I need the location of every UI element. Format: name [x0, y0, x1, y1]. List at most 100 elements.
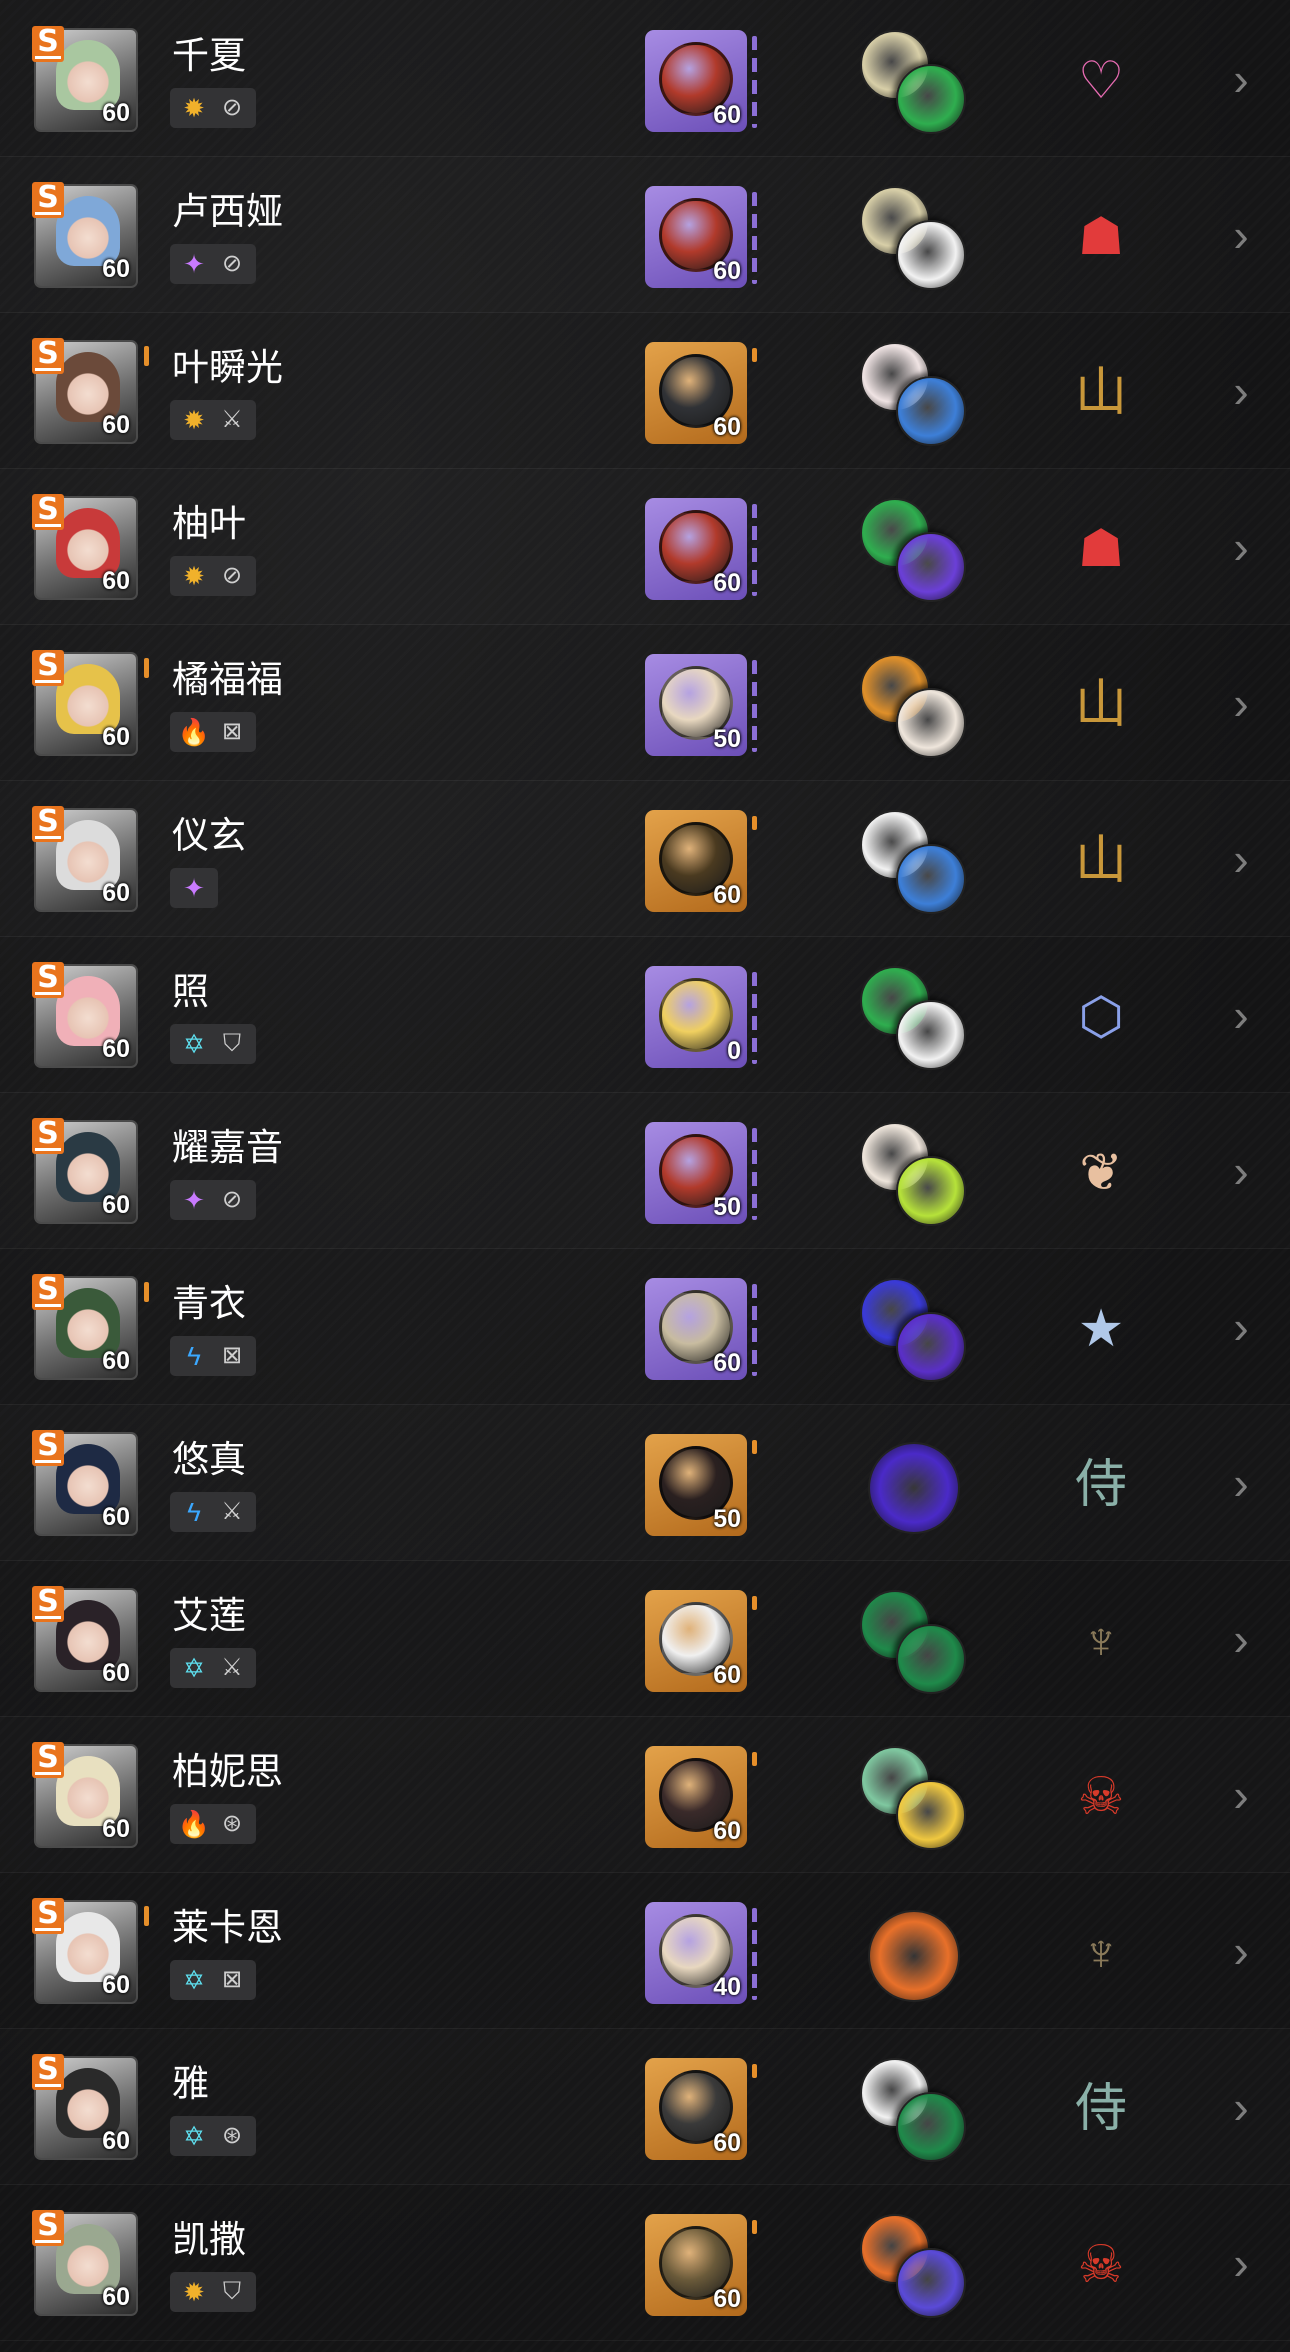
- drive-disc-set[interactable]: [858, 964, 970, 1072]
- w-engine[interactable]: 60: [645, 186, 747, 288]
- agent-level: 60: [102, 1815, 130, 1843]
- drive-disc-set[interactable]: [858, 808, 970, 916]
- agent-tags: ✡ ⛉: [170, 1024, 256, 1064]
- agent-name: 卢西娅: [172, 191, 283, 232]
- agent-row[interactable]: 60 S 柏妮思 🔥 ⊛ 60 ☠ ›: [0, 1716, 1290, 1873]
- agent-row[interactable]: 60 S 艾莲 ✡ ⚔ 60 ♆ ›: [0, 1560, 1290, 1717]
- w-engine[interactable]: 60: [645, 1746, 747, 1848]
- w-engine[interactable]: 60: [645, 1278, 747, 1380]
- chevron-right-icon[interactable]: ›: [1226, 1926, 1256, 1976]
- w-engine[interactable]: 60: [645, 30, 747, 132]
- drive-disc-set[interactable]: [858, 2212, 970, 2320]
- agent-row[interactable]: 60 S 照 ✡ ⛉ 0 ⬡ ›: [0, 936, 1290, 1093]
- agent-row[interactable]: 60 S 悠真 ϟ ⚔ 50 侍 ›: [0, 1404, 1290, 1561]
- agent-tags: 🔥 ⊛: [170, 1804, 256, 1844]
- agent-row[interactable]: 60 S 雅 ✡ ⊛ 60 侍 ›: [0, 2028, 1290, 2185]
- w-engine[interactable]: 60: [645, 810, 747, 912]
- drive-disc-set[interactable]: [858, 1120, 970, 1228]
- drive-disc-set[interactable]: [858, 1900, 970, 2008]
- rank-s-badge: S: [32, 2210, 64, 2246]
- w-engine-level: 40: [713, 1973, 741, 2001]
- w-engine[interactable]: 50: [645, 654, 747, 756]
- drive-disc-set[interactable]: [858, 2056, 970, 2164]
- drive-disc-set[interactable]: [858, 496, 970, 604]
- chevron-right-icon[interactable]: ›: [1226, 1146, 1256, 1196]
- chevron-right-icon[interactable]: ›: [1226, 1614, 1256, 1664]
- drive-disc-set[interactable]: [858, 1276, 970, 1384]
- agent-tags: ✡ ⚔: [170, 1648, 256, 1688]
- chevron-right-icon[interactable]: ›: [1226, 1458, 1256, 1508]
- w-engine[interactable]: 60: [645, 498, 747, 600]
- chevron-right-icon[interactable]: ›: [1226, 522, 1256, 572]
- chevron-right-icon[interactable]: ›: [1226, 1770, 1256, 1820]
- drive-disc-set[interactable]: [858, 652, 970, 760]
- w-engine-level: 60: [713, 1661, 741, 1689]
- chevron-right-icon[interactable]: ›: [1226, 54, 1256, 104]
- w-engine[interactable]: 50: [645, 1122, 747, 1224]
- agent-row[interactable]: 60 S 青衣 ϟ ⊠ 60 ★ ›: [0, 1248, 1290, 1405]
- drive-disc-set[interactable]: [858, 340, 970, 448]
- rank-s-badge: S: [32, 1742, 64, 1778]
- agent-row[interactable]: 60 S 柚叶 ✹ ⊘ 60 ☗ ›: [0, 468, 1290, 625]
- w-engine[interactable]: 60: [645, 342, 747, 444]
- w-engine-refine-marker: [752, 348, 757, 362]
- agent-tags: ✹ ⚔: [170, 400, 256, 440]
- hsos6-icon: 侍: [1074, 2080, 1127, 2138]
- w-engine[interactable]: 0: [645, 966, 747, 1068]
- chevron-right-icon[interactable]: ›: [1226, 990, 1256, 1040]
- victoria-housekeeping-icon: ♆: [1081, 1924, 1121, 1982]
- w-engine[interactable]: 50: [645, 1434, 747, 1536]
- w-engine[interactable]: 60: [645, 2214, 747, 2316]
- agent-row[interactable]: 60 S 莱卡恩 ✡ ⊠ 40 ♆ ›: [0, 1872, 1290, 2029]
- w-engine[interactable]: 60: [645, 1590, 747, 1692]
- chevron-right-icon[interactable]: ›: [1226, 210, 1256, 260]
- agent-tags: ϟ ⊠: [170, 1336, 256, 1376]
- agent-row[interactable]: 60 S 凯撒 ✹ ⛉ 60 ☠ ›: [0, 2184, 1290, 2341]
- w-engine-level: 60: [713, 569, 741, 597]
- support-icon: ⊘: [221, 94, 243, 121]
- agent-tags: ϟ ⚔: [170, 1492, 256, 1532]
- agent-level: 60: [102, 2283, 130, 2311]
- w-engine-emblem-icon: [659, 978, 733, 1052]
- w-engine[interactable]: 60: [645, 2058, 747, 2160]
- agent-level: 60: [102, 879, 130, 907]
- chevron-right-icon[interactable]: ›: [1226, 2082, 1256, 2132]
- chevron-right-icon[interactable]: ›: [1226, 2238, 1256, 2288]
- agent-name: 柚叶: [172, 503, 246, 544]
- drive-disc-set[interactable]: [858, 1744, 970, 1852]
- agent-row[interactable]: 60 S 千夏 ✹ ⊘ 60 ♡ ›: [0, 0, 1290, 157]
- mockingbird-icon: ❦: [1079, 1144, 1123, 1202]
- agent-level: 60: [102, 411, 130, 439]
- stun-icon: ⊠: [221, 718, 243, 745]
- rank-s-badge: S: [32, 962, 64, 998]
- agent-level: 60: [102, 567, 130, 595]
- chevron-right-icon[interactable]: ›: [1226, 366, 1256, 416]
- drive-disc-set[interactable]: [858, 28, 970, 136]
- drive-disc-set[interactable]: [858, 1432, 970, 1540]
- physical-icon: ✹: [183, 561, 205, 591]
- ice-icon: ✡: [183, 1965, 205, 1995]
- w-engine-refine-marker: [752, 1284, 757, 1376]
- physical-icon: ✹: [183, 2277, 205, 2307]
- agent-row[interactable]: 60 S 橘福福 🔥 ⊠ 50 山 ›: [0, 624, 1290, 781]
- agent-row[interactable]: 60 S 耀嘉音 ✦ ⊘ 50 ❦ ›: [0, 1092, 1290, 1249]
- chevron-right-icon[interactable]: ›: [1226, 834, 1256, 884]
- agent-row[interactable]: 60 S 仪玄 ✦ 60 山 ›: [0, 780, 1290, 937]
- disc-yunkui-icon: [896, 220, 966, 290]
- disc-oxo-icon: [896, 2092, 966, 2162]
- drive-disc-set[interactable]: [858, 184, 970, 292]
- disc-fanged-metal-icon: [896, 688, 966, 758]
- agent-row[interactable]: 60 S 卢西娅 ✦ ⊘ 60 ☗ ›: [0, 156, 1290, 313]
- chevron-right-icon[interactable]: ›: [1226, 1302, 1256, 1352]
- victoria-housekeeping-icon: ♆: [1081, 1612, 1121, 1670]
- physical-icon: ✹: [183, 405, 205, 435]
- agent-row[interactable]: 60 S 叶瞬光 ✹ ⚔ 60 山 ›: [0, 312, 1290, 469]
- w-engine[interactable]: 40: [645, 1902, 747, 2004]
- yunkui-summit-icon: 山: [1074, 676, 1127, 734]
- yunkui-summit-icon: 山: [1074, 364, 1127, 422]
- ether-icon: ✦: [183, 1185, 205, 1215]
- fire-icon: 🔥: [177, 1809, 211, 1839]
- chevron-right-icon[interactable]: ›: [1226, 678, 1256, 728]
- drive-disc-set[interactable]: [858, 1588, 970, 1696]
- disc-swing-jazz-icon: [896, 64, 966, 134]
